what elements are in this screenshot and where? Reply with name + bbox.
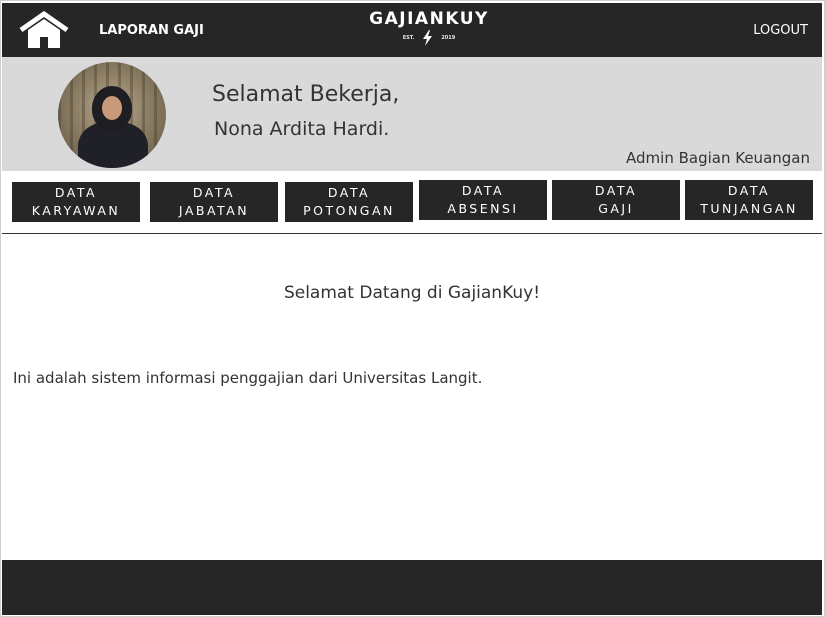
data-karyawan-button[interactable]: DATA KARYAWAN <box>12 182 140 222</box>
greeting-text: Selamat Bekerja, <box>212 82 400 107</box>
lightning-bolt-icon <box>423 30 433 46</box>
button-label-line1: DATA <box>461 183 505 198</box>
button-label-line1: DATA <box>727 183 771 198</box>
description-text: Ini adalah sistem informasi penggajian d… <box>13 369 483 387</box>
logout-link[interactable]: LOGOUT <box>753 23 808 38</box>
button-label-line1: DATA <box>327 185 371 200</box>
button-label-line2: KARYAWAN <box>31 203 121 218</box>
profile-banner: Selamat Bekerja, Nona Ardita Hardi. Admi… <box>2 57 822 171</box>
data-jabatan-button[interactable]: DATA JABATAN <box>150 182 278 222</box>
button-label-line1: DATA <box>54 185 98 200</box>
footer-bar <box>2 560 822 615</box>
data-absensi-button[interactable]: DATA ABSENSI <box>419 180 547 220</box>
brand-est: EST. <box>402 35 415 41</box>
house-icon[interactable] <box>18 10 70 51</box>
avatar <box>58 62 166 168</box>
button-label-line1: DATA <box>192 185 236 200</box>
button-label-line2: POTONGAN <box>303 203 395 218</box>
button-label-line1: DATA <box>594 183 638 198</box>
top-navbar: LAPORAN GAJI GAJIANKUY EST. 2019 LOGOUT <box>2 3 822 57</box>
brand-logo: GAJIANKUY EST. 2019 <box>367 9 491 46</box>
brand-subline: EST. 2019 <box>367 30 491 46</box>
laporan-gaji-link[interactable]: LAPORAN GAJI <box>99 23 204 38</box>
data-gaji-button[interactable]: DATA GAJI <box>552 180 680 220</box>
welcome-heading: Selamat Datang di GajianKuy! <box>283 283 541 303</box>
section-divider <box>2 233 822 234</box>
user-role: Admin Bagian Keuangan <box>626 149 810 167</box>
user-name: Nona Ardita Hardi. <box>214 118 390 140</box>
button-label-line2: ABSENSI <box>447 201 519 216</box>
button-label-line2: GAJI <box>598 201 634 216</box>
button-label-line2: TUNJANGAN <box>700 201 798 216</box>
brand-year: 2019 <box>441 35 456 41</box>
brand-title: GAJIANKUY <box>369 9 489 29</box>
button-label-line2: JABATAN <box>178 203 250 218</box>
data-tunjangan-button[interactable]: DATA TUNJANGAN <box>685 180 813 220</box>
data-potongan-button[interactable]: DATA POTONGAN <box>285 182 413 222</box>
